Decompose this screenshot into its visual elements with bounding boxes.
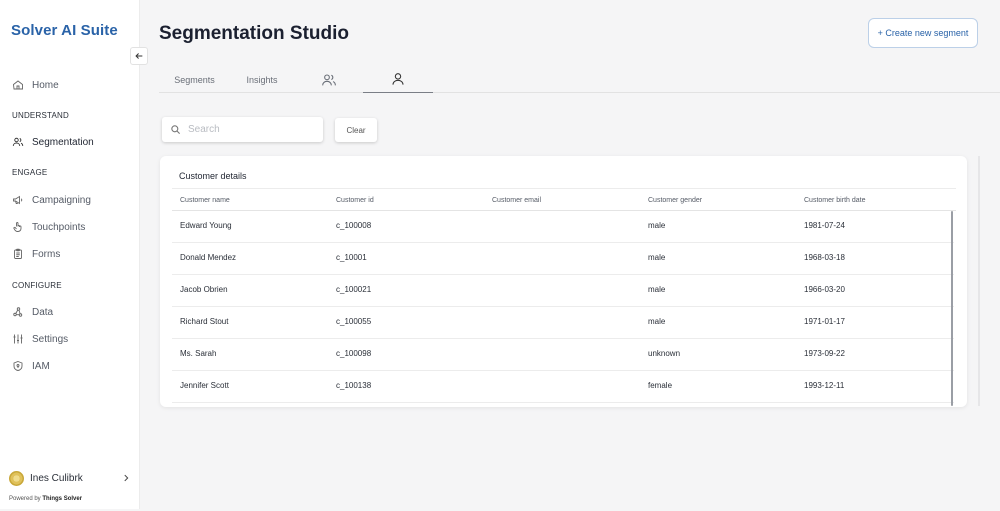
data-nodes-icon	[13, 307, 23, 317]
table-title: Customer details	[179, 171, 247, 181]
arrow-left-icon	[135, 53, 143, 59]
cell-id: c_100138	[336, 381, 372, 390]
cell-name: Ms. Sarah	[180, 349, 217, 358]
sidebar: Solver AI Suite Home UNDERSTAND Segmenta…	[0, 0, 140, 509]
megaphone-icon	[13, 195, 23, 205]
table-row[interactable]: Richard Stout c_100055 male 1971-01-17	[172, 307, 954, 339]
cell-name: Richard Stout	[180, 317, 229, 326]
tab-users[interactable]	[309, 66, 349, 93]
sidebar-item-label: IAM	[32, 360, 50, 372]
cell-birth-date: 1968-03-18	[804, 253, 845, 262]
table-row[interactable]: Jacob Obrien c_100021 male 1966-03-20	[172, 275, 954, 307]
sidebar-item-campaigning[interactable]: Campaigning	[12, 191, 91, 209]
table-row[interactable]: Ms. Sarah c_100098 unknown 1973-09-22	[172, 339, 954, 371]
column-header[interactable]: Customer email	[492, 197, 541, 204]
column-header[interactable]: Customer id	[336, 197, 374, 204]
cell-id: c_10001	[336, 253, 367, 262]
cell-id: c_100021	[336, 285, 372, 294]
chevron-right-icon	[124, 474, 129, 482]
table-scrollbar[interactable]	[951, 211, 953, 406]
create-segment-button[interactable]: + Create new segment	[868, 18, 978, 48]
page-scrollbar[interactable]	[978, 156, 980, 406]
sliders-icon	[13, 334, 23, 344]
cell-id: c_100055	[336, 317, 372, 326]
powered-by-prefix: Powered by	[9, 496, 43, 502]
sidebar-item-label: Settings	[32, 333, 69, 345]
cell-id: c_100098	[336, 349, 372, 358]
cell-birth-date: 1973-09-22	[804, 349, 845, 358]
cell-name: Jacob Obrien	[180, 285, 228, 294]
tab-user[interactable]	[363, 66, 433, 93]
cell-gender: male	[648, 285, 666, 294]
column-header[interactable]: Customer gender	[648, 197, 702, 204]
sidebar-item-settings[interactable]: Settings	[12, 330, 68, 348]
brand-logo[interactable]: Solver AI Suite	[11, 22, 118, 39]
table-header: Customer name Customer id Customer email…	[172, 190, 956, 211]
sidebar-item-label: Forms	[32, 248, 61, 260]
search-box	[162, 117, 323, 142]
cell-birth-date: 1966-03-20	[804, 285, 845, 294]
customer-details-card: Customer details Customer name Customer …	[160, 156, 967, 407]
users-icon	[322, 73, 336, 85]
shield-icon	[13, 361, 23, 371]
cell-birth-date: 1993-12-11	[804, 381, 845, 390]
avatar	[9, 470, 24, 486]
cell-id: c_100008	[336, 221, 372, 230]
section-configure: CONFIGURE	[12, 281, 62, 290]
sidebar-item-data[interactable]: Data	[12, 303, 53, 321]
sidebar-item-label: Campaigning	[32, 194, 91, 206]
sidebar-item-label: Touchpoints	[32, 221, 86, 233]
clipboard-icon	[14, 248, 22, 259]
powered-by: Powered by Things Solver	[9, 496, 82, 502]
tab-bar: Segments Insights	[159, 66, 1000, 93]
sidebar-item-label: Home	[32, 79, 59, 91]
page-title: Segmentation Studio	[159, 23, 349, 44]
hand-pointer-icon	[13, 222, 22, 232]
sidebar-item-label: Data	[32, 306, 54, 318]
cell-name: Jennifer Scott	[180, 381, 229, 390]
cell-gender: male	[648, 221, 666, 230]
cell-name: Donald Mendez	[180, 253, 237, 262]
powered-by-company: Things Solver	[42, 496, 83, 502]
tab-insights[interactable]: Insights	[237, 66, 287, 93]
section-understand: UNDERSTAND	[12, 111, 69, 120]
divider	[172, 188, 956, 189]
column-header[interactable]: Customer birth date	[804, 197, 865, 204]
users-icon	[12, 137, 24, 147]
sidebar-item-iam[interactable]: IAM	[12, 357, 50, 375]
user-icon	[392, 73, 404, 85]
cell-gender: male	[648, 317, 666, 326]
section-engage: ENGAGE	[12, 168, 48, 177]
sidebar-item-touchpoints[interactable]: Touchpoints	[12, 218, 85, 236]
home-icon	[13, 80, 23, 90]
table-row[interactable]: Donald Mendez c_10001 male 1968-03-18	[172, 243, 954, 275]
cell-gender: unknown	[648, 349, 681, 358]
collapse-sidebar-button[interactable]	[130, 47, 148, 65]
user-name: Ines Culibrk	[30, 472, 83, 484]
tab-segments[interactable]: Segments	[167, 66, 222, 93]
cell-gender: male	[648, 253, 666, 262]
cell-gender: female	[648, 381, 673, 390]
table-row[interactable]: Edward Young c_100008 male 1981-07-24	[172, 211, 954, 243]
sidebar-item-label: Segmentation	[32, 136, 94, 148]
sidebar-item-home[interactable]: Home	[12, 76, 59, 94]
sidebar-item-forms[interactable]: Forms	[12, 245, 60, 263]
search-input[interactable]	[188, 124, 308, 135]
cell-name: Edward Young	[180, 221, 232, 230]
column-header[interactable]: Customer name	[180, 197, 230, 204]
user-menu[interactable]: Ines Culibrk	[9, 469, 131, 487]
search-icon	[171, 125, 181, 135]
cell-birth-date: 1971-01-17	[804, 317, 845, 326]
cell-birth-date: 1981-07-24	[804, 221, 845, 230]
clear-button[interactable]: Clear	[335, 118, 377, 142]
table-row[interactable]: Jennifer Scott c_100138 female 1993-12-1…	[172, 371, 954, 403]
sidebar-item-segmentation[interactable]: Segmentation	[12, 133, 94, 151]
